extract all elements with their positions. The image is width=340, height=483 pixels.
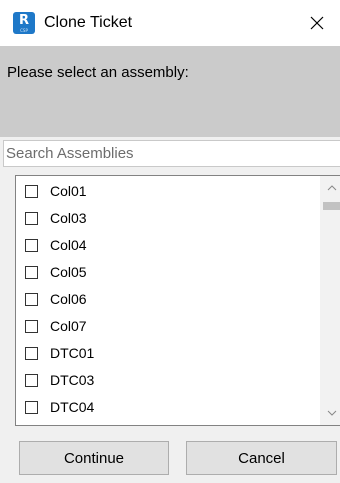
search-assemblies-input[interactable] xyxy=(3,140,340,167)
assembly-checkbox[interactable] xyxy=(25,400,38,414)
app-icon-caption: CSP xyxy=(20,28,28,33)
list-item[interactable]: DTC04 xyxy=(25,396,94,418)
assembly-checkbox[interactable] xyxy=(25,238,38,252)
assembly-label: Col05 xyxy=(50,264,87,280)
scrollbar-thumb[interactable] xyxy=(323,202,340,210)
list-item[interactable]: Col07 xyxy=(25,315,87,337)
list-item[interactable]: Col03 xyxy=(25,207,87,229)
prompt-panel: Please select an assembly: xyxy=(0,46,340,137)
list-item[interactable]: DTC01 xyxy=(25,342,94,364)
assembly-checkbox[interactable] xyxy=(25,346,38,360)
close-button[interactable] xyxy=(294,0,340,46)
scroll-up-button[interactable] xyxy=(320,178,340,198)
assembly-label: Col01 xyxy=(50,183,87,199)
assembly-checkbox[interactable] xyxy=(25,319,38,333)
title-bar: R CSP Clone Ticket xyxy=(0,0,340,46)
assembly-checkbox[interactable] xyxy=(25,373,38,387)
app-icon-letter: R xyxy=(18,13,29,28)
scroll-down-button[interactable] xyxy=(320,403,340,423)
assembly-label: Col03 xyxy=(50,210,87,226)
assembly-label: DTC04 xyxy=(50,399,95,415)
assembly-label: Col07 xyxy=(50,318,87,334)
clone-ticket-dialog: R CSP Clone Ticket Please select an asse… xyxy=(0,0,340,483)
assembly-label: Col06 xyxy=(50,291,87,307)
close-icon xyxy=(310,16,324,30)
list-item[interactable]: Col06 xyxy=(25,288,87,310)
chevron-up-icon xyxy=(327,185,337,191)
assembly-label: Col04 xyxy=(50,237,87,253)
assembly-label: DTC03 xyxy=(50,372,95,388)
vertical-scrollbar[interactable] xyxy=(320,176,340,425)
assembly-checkbox[interactable] xyxy=(25,211,38,225)
assembly-checkbox[interactable] xyxy=(25,265,38,279)
list-item[interactable]: Col01 xyxy=(25,180,87,202)
prompt-label: Please select an assembly: xyxy=(7,64,189,81)
assembly-checkbox[interactable] xyxy=(25,292,38,306)
cancel-button[interactable]: Cancel xyxy=(186,441,337,475)
app-icon: R CSP xyxy=(13,12,35,34)
list-item[interactable]: Col05 xyxy=(25,261,87,283)
assembly-label: DTC01 xyxy=(50,345,95,361)
list-item[interactable]: Col04 xyxy=(25,234,87,256)
list-item[interactable]: DTC03 xyxy=(25,369,94,391)
assembly-list[interactable]: Col01 Col03 Col04 Col05 Col06 Col07 DTC0… xyxy=(15,175,340,426)
window-title: Clone Ticket xyxy=(44,14,133,31)
assembly-checkbox[interactable] xyxy=(25,184,38,198)
chevron-down-icon xyxy=(327,410,337,416)
continue-button[interactable]: Continue xyxy=(19,441,169,475)
